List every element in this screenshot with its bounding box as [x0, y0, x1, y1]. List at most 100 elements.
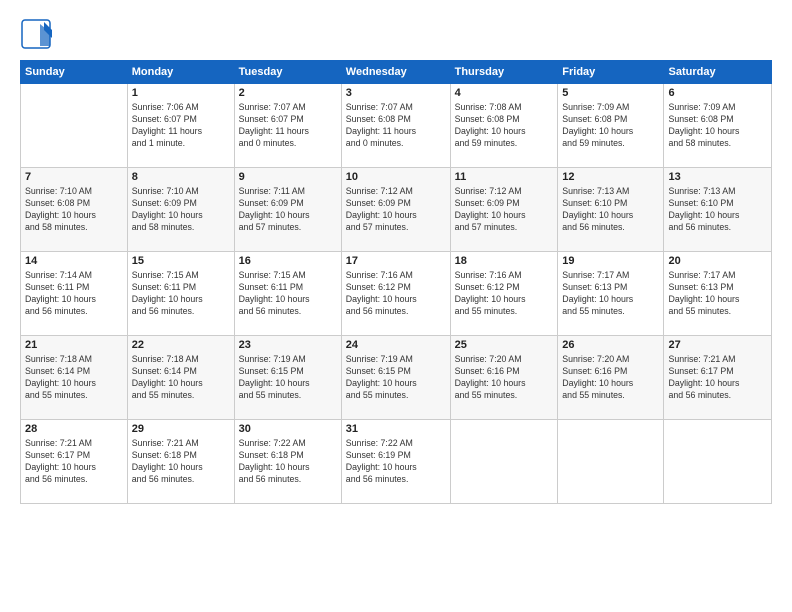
calendar-body: 1 Sunrise: 7:06 AM Sunset: 6:07 PM Daylig… — [21, 84, 772, 504]
cell-content: Sunrise: 7:16 AM Sunset: 6:12 PM Dayligh… — [455, 269, 554, 318]
calendar-cell — [450, 420, 558, 504]
cell-content: Sunrise: 7:16 AM Sunset: 6:12 PM Dayligh… — [346, 269, 446, 318]
weekday-thursday: Thursday — [450, 61, 558, 84]
cell-content: Sunrise: 7:12 AM Sunset: 6:09 PM Dayligh… — [346, 185, 446, 234]
day-number: 3 — [346, 87, 446, 99]
calendar-cell: 22Sunrise: 7:18 AM Sunset: 6:14 PM Dayli… — [127, 336, 234, 420]
day-number: 14 — [25, 255, 123, 267]
day-number: 10 — [346, 171, 446, 183]
calendar-cell: 2 Sunrise: 7:07 AM Sunset: 6:07 PM Daylig… — [234, 84, 341, 168]
cell-content: Sunrise: 7:06 AM Sunset: 6:07 PM Dayligh… — [132, 101, 230, 150]
day-number: 19 — [562, 255, 659, 267]
cell-content: Sunrise: 7:19 AM Sunset: 6:15 PM Dayligh… — [239, 353, 337, 402]
day-number: 11 — [455, 171, 554, 183]
day-number: 25 — [455, 339, 554, 351]
day-number: 24 — [346, 339, 446, 351]
calendar-cell: 13 Sunrise: 7:13 AM Sunset: 6:10 PM Dayli… — [664, 168, 772, 252]
cell-content: Sunrise: 7:21 AM Sunset: 6:17 PM Dayligh… — [25, 437, 123, 486]
calendar-cell: 4 Sunrise: 7:08 AM Sunset: 6:08 PM Daylig… — [450, 84, 558, 168]
calendar-cell: 5 Sunrise: 7:09 AM Sunset: 6:08 PM Daylig… — [558, 84, 664, 168]
week-row-5: 28 Sunrise: 7:21 AM Sunset: 6:17 PM Dayli… — [21, 420, 772, 504]
cell-content: Sunrise: 7:11 AM Sunset: 6:09 PM Dayligh… — [239, 185, 337, 234]
calendar-table: SundayMondayTuesdayWednesdayThursdayFrid… — [20, 60, 772, 504]
week-row-2: 7Sunrise: 7:10 AM Sunset: 6:08 PM Daylig… — [21, 168, 772, 252]
day-number: 16 — [239, 255, 337, 267]
calendar-cell: 31 Sunrise: 7:22 AM Sunset: 6:19 PM Dayli… — [341, 420, 450, 504]
calendar-cell: 6Sunrise: 7:09 AM Sunset: 6:08 PM Daylig… — [664, 84, 772, 168]
cell-content: Sunrise: 7:18 AM Sunset: 6:14 PM Dayligh… — [25, 353, 123, 402]
day-number: 5 — [562, 87, 659, 99]
day-number: 2 — [239, 87, 337, 99]
cell-content: Sunrise: 7:13 AM Sunset: 6:10 PM Dayligh… — [668, 185, 767, 234]
cell-content: Sunrise: 7:13 AM Sunset: 6:10 PM Dayligh… — [562, 185, 659, 234]
calendar-cell — [21, 84, 128, 168]
logo-icon — [20, 18, 52, 50]
cell-content: Sunrise: 7:10 AM Sunset: 6:09 PM Dayligh… — [132, 185, 230, 234]
calendar-cell: 15 Sunrise: 7:15 AM Sunset: 6:11 PM Dayli… — [127, 252, 234, 336]
calendar-cell: 17Sunrise: 7:16 AM Sunset: 6:12 PM Dayli… — [341, 252, 450, 336]
cell-content: Sunrise: 7:22 AM Sunset: 6:19 PM Dayligh… — [346, 437, 446, 486]
day-number: 15 — [132, 255, 230, 267]
cell-content: Sunrise: 7:17 AM Sunset: 6:13 PM Dayligh… — [668, 269, 767, 318]
week-row-4: 21 Sunrise: 7:18 AM Sunset: 6:14 PM Dayli… — [21, 336, 772, 420]
calendar-cell: 1 Sunrise: 7:06 AM Sunset: 6:07 PM Daylig… — [127, 84, 234, 168]
calendar-cell: 26Sunrise: 7:20 AM Sunset: 6:16 PM Dayli… — [558, 336, 664, 420]
weekday-tuesday: Tuesday — [234, 61, 341, 84]
cell-content: Sunrise: 7:07 AM Sunset: 6:08 PM Dayligh… — [346, 101, 446, 150]
calendar-cell: 12 Sunrise: 7:13 AM Sunset: 6:10 PM Dayli… — [558, 168, 664, 252]
calendar-cell: 20 Sunrise: 7:17 AM Sunset: 6:13 PM Dayli… — [664, 252, 772, 336]
cell-content: Sunrise: 7:14 AM Sunset: 6:11 PM Dayligh… — [25, 269, 123, 318]
cell-content: Sunrise: 7:09 AM Sunset: 6:08 PM Dayligh… — [562, 101, 659, 150]
day-number: 23 — [239, 339, 337, 351]
weekday-monday: Monday — [127, 61, 234, 84]
cell-content: Sunrise: 7:08 AM Sunset: 6:08 PM Dayligh… — [455, 101, 554, 150]
cell-content: Sunrise: 7:15 AM Sunset: 6:11 PM Dayligh… — [239, 269, 337, 318]
weekday-wednesday: Wednesday — [341, 61, 450, 84]
day-number: 1 — [132, 87, 230, 99]
page: SundayMondayTuesdayWednesdayThursdayFrid… — [0, 0, 792, 612]
day-number: 4 — [455, 87, 554, 99]
calendar-cell: 24 Sunrise: 7:19 AM Sunset: 6:15 PM Dayli… — [341, 336, 450, 420]
calendar-cell: 14 Sunrise: 7:14 AM Sunset: 6:11 PM Dayli… — [21, 252, 128, 336]
weekday-friday: Friday — [558, 61, 664, 84]
calendar-cell: 30Sunrise: 7:22 AM Sunset: 6:18 PM Dayli… — [234, 420, 341, 504]
day-number: 12 — [562, 171, 659, 183]
calendar-cell — [558, 420, 664, 504]
day-number: 6 — [668, 87, 767, 99]
cell-content: Sunrise: 7:20 AM Sunset: 6:16 PM Dayligh… — [562, 353, 659, 402]
header — [20, 18, 772, 50]
cell-content: Sunrise: 7:22 AM Sunset: 6:18 PM Dayligh… — [239, 437, 337, 486]
calendar-cell: 29Sunrise: 7:21 AM Sunset: 6:18 PM Dayli… — [127, 420, 234, 504]
cell-content: Sunrise: 7:21 AM Sunset: 6:17 PM Dayligh… — [668, 353, 767, 402]
day-number: 20 — [668, 255, 767, 267]
day-number: 8 — [132, 171, 230, 183]
logo — [20, 18, 56, 50]
weekday-sunday: Sunday — [21, 61, 128, 84]
calendar-cell: 27Sunrise: 7:21 AM Sunset: 6:17 PM Dayli… — [664, 336, 772, 420]
cell-content: Sunrise: 7:18 AM Sunset: 6:14 PM Dayligh… — [132, 353, 230, 402]
calendar-cell — [664, 420, 772, 504]
cell-content: Sunrise: 7:15 AM Sunset: 6:11 PM Dayligh… — [132, 269, 230, 318]
cell-content: Sunrise: 7:20 AM Sunset: 6:16 PM Dayligh… — [455, 353, 554, 402]
cell-content: Sunrise: 7:19 AM Sunset: 6:15 PM Dayligh… — [346, 353, 446, 402]
day-number: 29 — [132, 423, 230, 435]
cell-content: Sunrise: 7:12 AM Sunset: 6:09 PM Dayligh… — [455, 185, 554, 234]
week-row-3: 14 Sunrise: 7:14 AM Sunset: 6:11 PM Dayli… — [21, 252, 772, 336]
week-row-1: 1 Sunrise: 7:06 AM Sunset: 6:07 PM Daylig… — [21, 84, 772, 168]
calendar-cell: 10 Sunrise: 7:12 AM Sunset: 6:09 PM Dayli… — [341, 168, 450, 252]
day-number: 9 — [239, 171, 337, 183]
calendar-header: SundayMondayTuesdayWednesdayThursdayFrid… — [21, 61, 772, 84]
cell-content: Sunrise: 7:07 AM Sunset: 6:07 PM Dayligh… — [239, 101, 337, 150]
day-number: 13 — [668, 171, 767, 183]
weekday-saturday: Saturday — [664, 61, 772, 84]
calendar-cell: 7Sunrise: 7:10 AM Sunset: 6:08 PM Daylig… — [21, 168, 128, 252]
calendar-cell: 8 Sunrise: 7:10 AM Sunset: 6:09 PM Daylig… — [127, 168, 234, 252]
calendar-cell: 23 Sunrise: 7:19 AM Sunset: 6:15 PM Dayli… — [234, 336, 341, 420]
day-number: 28 — [25, 423, 123, 435]
day-number: 21 — [25, 339, 123, 351]
day-number: 18 — [455, 255, 554, 267]
calendar-cell: 21 Sunrise: 7:18 AM Sunset: 6:14 PM Dayli… — [21, 336, 128, 420]
day-number: 31 — [346, 423, 446, 435]
calendar-cell: 9 Sunrise: 7:11 AM Sunset: 6:09 PM Daylig… — [234, 168, 341, 252]
calendar-cell: 16 Sunrise: 7:15 AM Sunset: 6:11 PM Dayli… — [234, 252, 341, 336]
